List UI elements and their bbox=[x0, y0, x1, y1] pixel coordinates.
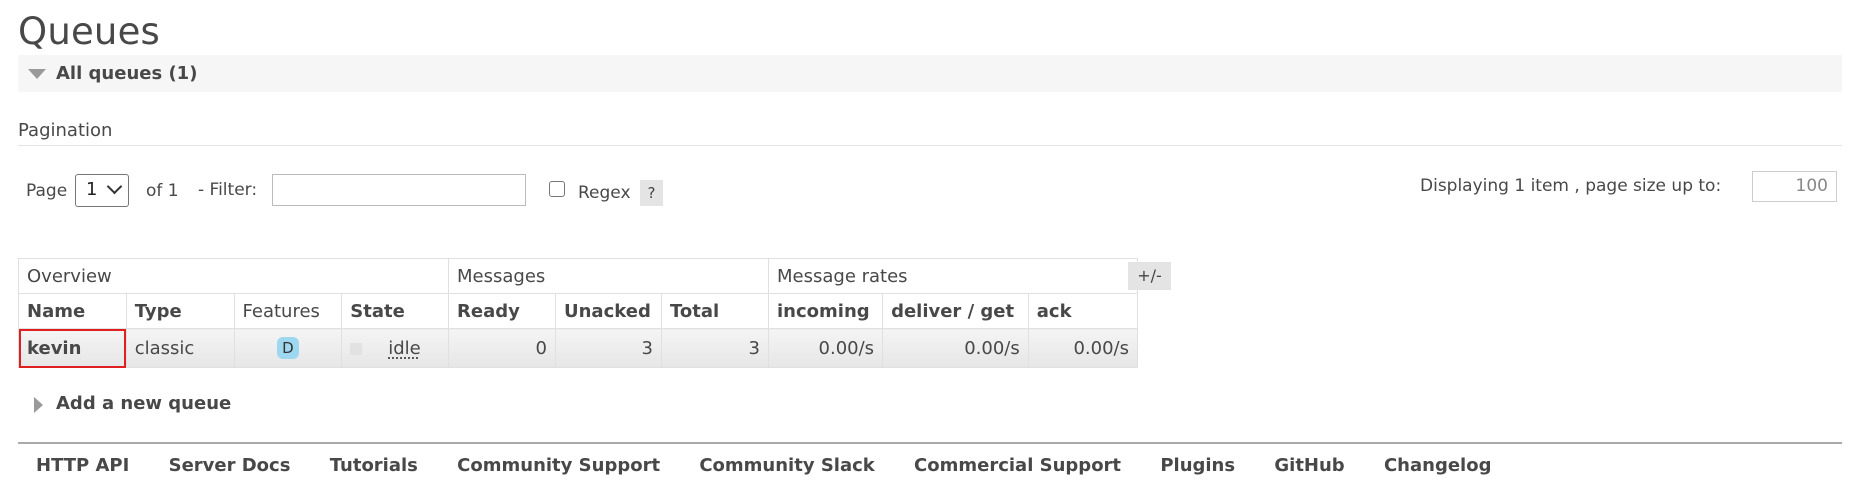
group-header-messages: Messages bbox=[448, 258, 769, 294]
chevron-down-icon bbox=[106, 178, 123, 195]
table-row: kevin classic D idle 0 3 3 0.00/s 0.00/s… bbox=[18, 328, 1139, 368]
section-label: All queues (1) bbox=[56, 63, 198, 84]
col-header-features: Features bbox=[233, 293, 343, 329]
page-label: Page bbox=[26, 181, 68, 201]
regex-label: Regex bbox=[578, 183, 631, 203]
queue-features: D bbox=[233, 328, 343, 368]
page-select-value: 1 bbox=[86, 179, 98, 200]
queue-total: 3 bbox=[661, 328, 769, 368]
group-header-message-rates: Message rates bbox=[768, 258, 1138, 294]
footer-link-changelog[interactable]: Changelog bbox=[1384, 455, 1492, 476]
queue-incoming-rate: 0.00/s bbox=[767, 328, 884, 368]
add-queue-toggle[interactable]: Add a new queue bbox=[56, 393, 231, 414]
page-title: Queues bbox=[18, 10, 161, 53]
of-pages-label: of 1 bbox=[146, 181, 179, 201]
filter-label: - Filter: bbox=[198, 180, 258, 200]
footer-link-commercial-support[interactable]: Commercial Support bbox=[914, 455, 1121, 476]
regex-checkbox[interactable] bbox=[549, 181, 565, 197]
col-header-ready[interactable]: Ready bbox=[448, 293, 556, 329]
footer-divider bbox=[18, 442, 1842, 444]
columns-toggle-button[interactable]: +/- bbox=[1128, 262, 1171, 290]
queues-table: Overview Messages Message rates Name Typ… bbox=[18, 258, 1139, 368]
col-header-incoming[interactable]: incoming bbox=[767, 293, 884, 329]
col-header-ack[interactable]: ack bbox=[1027, 293, 1139, 329]
triangle-right-icon bbox=[34, 397, 43, 413]
footer-links: HTTP API Server Docs Tutorials Community… bbox=[36, 455, 1524, 476]
pagination-heading: Pagination bbox=[18, 120, 113, 141]
group-header-overview: Overview bbox=[18, 258, 449, 294]
queue-deliver-get-rate: 0.00/s bbox=[882, 328, 1029, 368]
durable-badge: D bbox=[276, 337, 299, 359]
col-header-state[interactable]: State bbox=[341, 293, 449, 329]
queue-unacked: 3 bbox=[555, 328, 662, 368]
queue-ready: 0 bbox=[448, 328, 556, 368]
state-label: idle bbox=[388, 337, 421, 359]
pagination-divider bbox=[18, 145, 1842, 146]
triangle-down-icon bbox=[28, 69, 46, 79]
footer-link-community-support[interactable]: Community Support bbox=[457, 455, 660, 476]
all-queues-section-toggle[interactable]: All queues (1) bbox=[18, 55, 1842, 92]
col-header-deliver-get[interactable]: deliver / get bbox=[882, 293, 1029, 329]
queue-state: idle bbox=[341, 328, 449, 368]
footer-link-github[interactable]: GitHub bbox=[1274, 455, 1344, 476]
col-header-type[interactable]: Type bbox=[125, 293, 235, 329]
footer-link-plugins[interactable]: Plugins bbox=[1160, 455, 1235, 476]
filter-input[interactable] bbox=[272, 174, 526, 206]
col-header-name[interactable]: Name bbox=[18, 293, 127, 329]
queue-name-link[interactable]: kevin bbox=[18, 328, 127, 368]
displaying-label: Displaying 1 item , page size up to: bbox=[1420, 176, 1722, 196]
state-indicator-icon bbox=[350, 342, 363, 355]
footer-link-community-slack[interactable]: Community Slack bbox=[699, 455, 874, 476]
page-select[interactable]: 1 bbox=[75, 174, 129, 207]
regex-help-button[interactable]: ? bbox=[640, 180, 663, 206]
page-size-input[interactable]: 100 bbox=[1752, 171, 1837, 202]
queue-type: classic bbox=[125, 328, 235, 368]
col-header-unacked[interactable]: Unacked bbox=[555, 293, 662, 329]
footer-link-server-docs[interactable]: Server Docs bbox=[169, 455, 291, 476]
footer-link-tutorials[interactable]: Tutorials bbox=[330, 455, 418, 476]
footer-link-http-api[interactable]: HTTP API bbox=[36, 455, 129, 476]
col-header-total[interactable]: Total bbox=[661, 293, 769, 329]
queue-ack-rate: 0.00/s bbox=[1027, 328, 1139, 368]
